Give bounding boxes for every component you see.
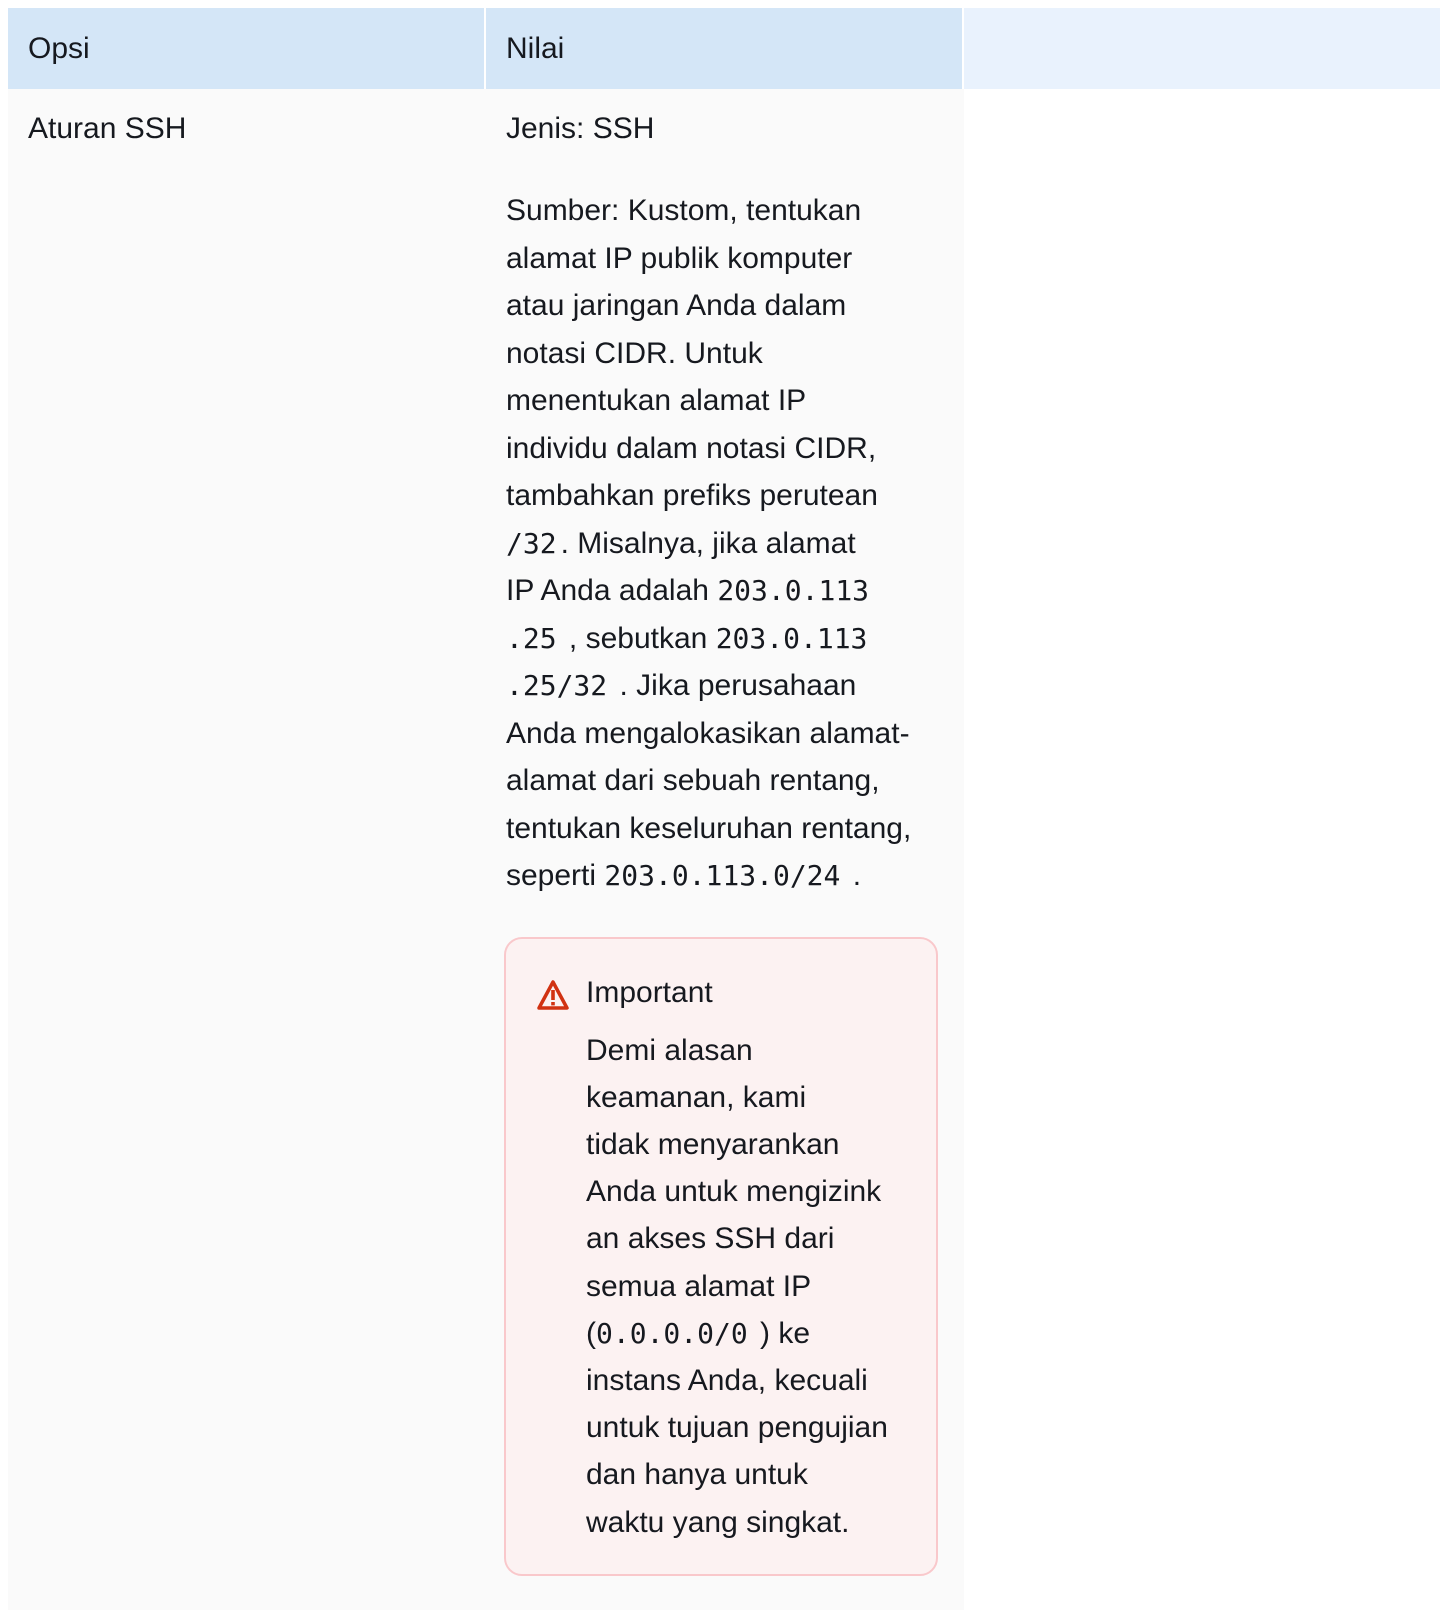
ssh-type-text: Jenis: SSH bbox=[506, 112, 655, 145]
option-cell: Aturan SSH bbox=[8, 89, 486, 1610]
text-fragment: instans Anda, kecuali bbox=[586, 1363, 868, 1397]
text-fragment: notasi CIDR. Untuk bbox=[506, 336, 763, 370]
text-fragment: menentukan alamat IP bbox=[506, 384, 807, 417]
table-header-row: Opsi Nilai bbox=[8, 8, 1440, 89]
text-fragment: tentukan keseluruhan rentang, bbox=[506, 811, 912, 845]
text-fragment: tambahkan prefiks perutean bbox=[506, 479, 878, 512]
options-table: Opsi Nilai Aturan SSH Jenis: SSH Sumber:… bbox=[8, 8, 1440, 1610]
text-fragment: . bbox=[844, 859, 862, 892]
text-fragment: keamanan, kami bbox=[586, 1080, 807, 1114]
text-fragment: untuk tujuan pengujian bbox=[586, 1411, 888, 1445]
text-fragment: Anda untuk mengizink bbox=[586, 1175, 882, 1209]
text-fragment: dan hanya untuk bbox=[586, 1458, 808, 1492]
text-fragment: semua alamat IP bbox=[586, 1269, 812, 1303]
alert-title: Important bbox=[586, 975, 713, 1009]
text-fragment: alamat IP publik komputer bbox=[506, 241, 853, 275]
column-header-option: Opsi bbox=[8, 8, 486, 89]
text-fragment: atau jaringan Anda dalam bbox=[506, 289, 847, 322]
text-fragment: IP Anda adalah bbox=[506, 574, 718, 607]
text-fragment: . Misalnya, jika alamat bbox=[560, 526, 856, 560]
text-fragment: tidak menyarankan bbox=[586, 1127, 840, 1161]
value-cell: Jenis: SSH Sumber: Kustom, tentukan alama… bbox=[486, 89, 964, 1610]
text-fragment: Sumber: Kustom, tentukan bbox=[506, 194, 862, 227]
text-fragment: seperti bbox=[506, 859, 605, 892]
text-fragment: waktu yang singkat. bbox=[586, 1505, 850, 1539]
source-description: Sumber: Kustom, tentukan alamat IP publik… bbox=[506, 187, 944, 900]
inline-code: 203.0.113.0/24 bbox=[604, 859, 841, 892]
empty-cell bbox=[964, 89, 1440, 1610]
text-fragment: ( bbox=[586, 1316, 596, 1350]
inline-code: /32 bbox=[506, 526, 557, 560]
important-alert: Important Demi alasan keamanan, kami tidak… bbox=[504, 936, 938, 1576]
text-fragment: an akses SSH dari bbox=[586, 1222, 835, 1256]
warning-triangle-icon bbox=[536, 979, 570, 1011]
inline-code: 203.0.113 bbox=[715, 621, 868, 655]
warning-triangle-svg bbox=[537, 979, 569, 1010]
text-fragment: Anda mengalokasikan alamat- bbox=[506, 716, 910, 750]
text-fragment: ) ke bbox=[751, 1316, 811, 1350]
inline-code: .25/32 bbox=[506, 669, 608, 702]
table-row: Aturan SSH Jenis: SSH Sumber: Kustom, te… bbox=[8, 89, 1440, 1610]
text-fragment: Demi alasan bbox=[586, 1033, 753, 1067]
inline-code: .25 bbox=[506, 621, 557, 655]
inline-code: 0.0.0.0/0 bbox=[596, 1316, 748, 1350]
column-header-empty bbox=[964, 8, 1440, 89]
column-header-value: Nilai bbox=[486, 8, 964, 89]
text-fragment: , sebutkan bbox=[560, 621, 716, 655]
inline-code: 203.0.113 bbox=[717, 574, 870, 607]
text-fragment: individu dalam notasi CIDR, bbox=[506, 431, 877, 465]
text-fragment: . Jika perusahaan bbox=[611, 669, 857, 702]
alert-body: Demi alasan keamanan, kami tidak menyarank… bbox=[586, 1027, 916, 1546]
text-fragment: alamat dari sebuah rentang, bbox=[506, 764, 880, 797]
